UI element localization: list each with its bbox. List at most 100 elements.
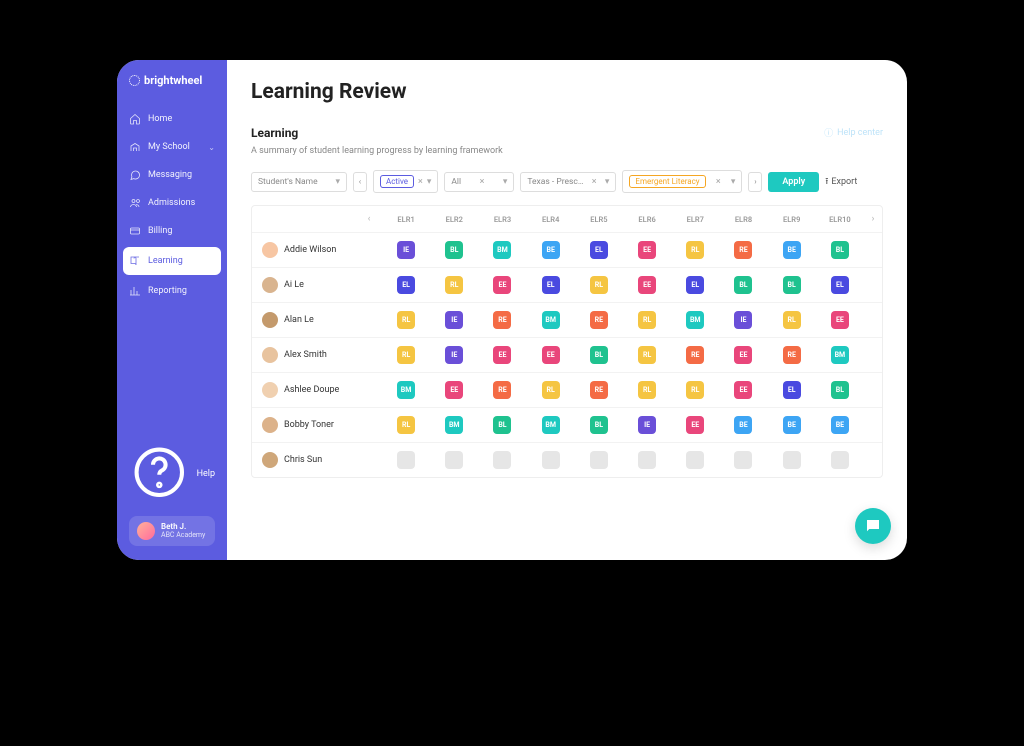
nav-billing[interactable]: Billing — [117, 217, 227, 245]
level-cell[interactable]: RE — [478, 303, 526, 337]
level-cell[interactable] — [527, 443, 575, 477]
level-cell[interactable]: RE — [575, 373, 623, 407]
level-cell[interactable]: BE — [527, 233, 575, 267]
level-cell[interactable]: EE — [527, 338, 575, 372]
filter-scope[interactable]: All × ▾ — [444, 172, 514, 192]
level-cell[interactable]: EE — [430, 373, 478, 407]
column-header[interactable]: ELR3 — [478, 207, 526, 232]
column-header[interactable]: ELR8 — [719, 207, 767, 232]
column-header[interactable]: ELR4 — [527, 207, 575, 232]
level-cell[interactable]: EE — [478, 338, 526, 372]
clear-icon[interactable]: × — [418, 177, 423, 187]
nav-learning[interactable]: Learning — [123, 247, 221, 275]
column-header[interactable]: ELR7 — [671, 207, 719, 232]
level-cell[interactable]: RL — [623, 338, 671, 372]
level-cell[interactable]: BM — [478, 233, 526, 267]
nav-reporting[interactable]: Reporting — [117, 277, 227, 305]
scroll-right[interactable]: › — [864, 214, 882, 224]
level-cell[interactable]: RL — [623, 303, 671, 337]
level-cell[interactable]: BL — [575, 338, 623, 372]
level-cell[interactable]: BE — [719, 408, 767, 442]
filter-student[interactable]: Student's Name ▾ — [251, 172, 347, 192]
level-cell[interactable]: BL — [719, 268, 767, 302]
nav-home[interactable]: Home — [117, 105, 227, 133]
level-cell[interactable]: EL — [575, 233, 623, 267]
level-cell[interactable]: EE — [623, 233, 671, 267]
nav-help[interactable]: Help — [129, 442, 215, 506]
nav-my-school[interactable]: My School ⌄ — [117, 133, 227, 161]
level-cell[interactable]: BM — [671, 303, 719, 337]
level-cell[interactable] — [816, 443, 864, 477]
chat-fab[interactable] — [855, 508, 891, 544]
level-cell[interactable]: BM — [816, 338, 864, 372]
help-center-link[interactable]: ⓘ Help center — [824, 126, 883, 139]
level-cell[interactable]: BE — [816, 408, 864, 442]
clear-icon[interactable]: × — [480, 177, 485, 187]
level-cell[interactable]: BL — [816, 233, 864, 267]
apply-button[interactable]: Apply — [768, 172, 819, 192]
user-card[interactable]: Beth J. ABC Academy — [129, 516, 215, 546]
column-header[interactable]: ELR10 — [816, 207, 864, 232]
level-cell[interactable]: RL — [382, 408, 430, 442]
level-cell[interactable]: BL — [478, 408, 526, 442]
level-cell[interactable] — [575, 443, 623, 477]
level-cell[interactable]: EL — [527, 268, 575, 302]
column-header[interactable]: ELR1 — [382, 207, 430, 232]
level-cell[interactable]: RL — [382, 338, 430, 372]
level-cell[interactable]: EE — [816, 303, 864, 337]
level-cell[interactable]: BE — [768, 408, 816, 442]
level-cell[interactable] — [768, 443, 816, 477]
scroll-left[interactable]: ‹ — [360, 214, 378, 224]
level-cell[interactable]: RL — [671, 233, 719, 267]
filter-domain[interactable]: Emergent Literacy × ▾ — [622, 170, 742, 193]
level-cell[interactable]: RL — [527, 373, 575, 407]
level-cell[interactable]: EL — [382, 268, 430, 302]
level-cell[interactable]: RE — [671, 338, 719, 372]
level-cell[interactable]: EL — [816, 268, 864, 302]
level-cell[interactable]: IE — [719, 303, 767, 337]
student-cell[interactable]: Ashlee Doupe — [252, 374, 382, 406]
level-cell[interactable] — [671, 443, 719, 477]
nav-admissions[interactable]: Admissions — [117, 189, 227, 217]
student-cell[interactable]: Chris Sun — [252, 444, 382, 476]
clear-icon[interactable]: × — [592, 177, 597, 187]
level-cell[interactable]: BL — [816, 373, 864, 407]
student-cell[interactable]: Alan Le — [252, 304, 382, 336]
level-cell[interactable]: EL — [768, 373, 816, 407]
level-cell[interactable]: BL — [575, 408, 623, 442]
level-cell[interactable]: RL — [623, 373, 671, 407]
filter-status[interactable]: Active × ▾ — [373, 170, 438, 193]
level-cell[interactable] — [430, 443, 478, 477]
level-cell[interactable]: EE — [719, 373, 767, 407]
level-cell[interactable]: BM — [382, 373, 430, 407]
level-cell[interactable] — [623, 443, 671, 477]
student-cell[interactable]: Ai Le — [252, 269, 382, 301]
filter-next[interactable]: › — [748, 172, 762, 192]
level-cell[interactable]: EE — [719, 338, 767, 372]
level-cell[interactable]: RL — [382, 303, 430, 337]
level-cell[interactable]: BE — [768, 233, 816, 267]
column-header[interactable]: ELR6 — [623, 207, 671, 232]
level-cell[interactable]: EE — [478, 268, 526, 302]
level-cell[interactable]: RE — [575, 303, 623, 337]
level-cell[interactable]: IE — [623, 408, 671, 442]
level-cell[interactable]: RL — [768, 303, 816, 337]
level-cell[interactable]: BM — [527, 408, 575, 442]
level-cell[interactable]: BL — [768, 268, 816, 302]
level-cell[interactable] — [382, 443, 430, 477]
level-cell[interactable]: RL — [671, 373, 719, 407]
level-cell[interactable]: IE — [430, 303, 478, 337]
level-cell[interactable] — [478, 443, 526, 477]
level-cell[interactable]: RE — [768, 338, 816, 372]
level-cell[interactable]: IE — [430, 338, 478, 372]
student-cell[interactable]: Alex Smith — [252, 339, 382, 371]
level-cell[interactable]: EL — [671, 268, 719, 302]
clear-icon[interactable]: × — [716, 177, 721, 187]
filter-prev[interactable]: ‹ — [353, 172, 367, 192]
level-cell[interactable]: RL — [430, 268, 478, 302]
level-cell[interactable]: IE — [382, 233, 430, 267]
level-cell[interactable]: EE — [623, 268, 671, 302]
level-cell[interactable]: RE — [719, 233, 767, 267]
student-cell[interactable]: Addie Wilson — [252, 234, 382, 266]
level-cell[interactable]: BM — [527, 303, 575, 337]
